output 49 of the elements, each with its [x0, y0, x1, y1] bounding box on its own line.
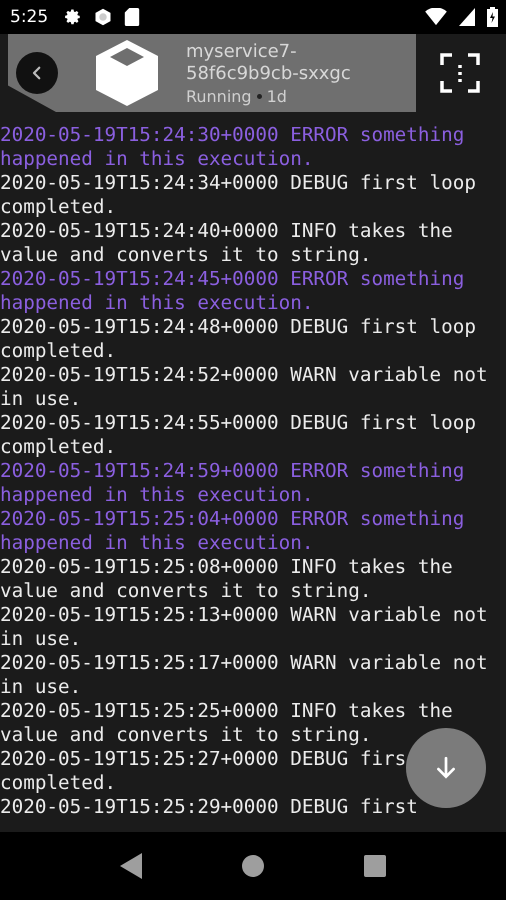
log-line: 2020-05-19T15:24:30+0000 ERROR something [0, 123, 464, 147]
circle-icon [242, 855, 264, 877]
log-line: completed. [0, 339, 116, 363]
log-line: happened in this execution. [0, 483, 314, 507]
log-line: 2020-05-19T15:25:17+0000 WARN variable not [0, 651, 488, 675]
triangle-icon [120, 853, 142, 879]
log-line: 2020-05-19T15:24:55+0000 DEBUG first loop [0, 411, 476, 435]
log-line: happened in this execution. [0, 147, 314, 171]
log-line: 2020-05-19T15:25:25+0000 INFO takes the [0, 699, 453, 723]
hexagon-icon [94, 8, 112, 26]
log-line: 2020-05-19T15:25:27+0000 DEBUG firs [0, 747, 406, 771]
log-line: 2020-05-19T15:24:40+0000 INFO takes the [0, 219, 453, 243]
log-line: completed. [0, 435, 116, 459]
log-line: 2020-05-19T15:25:13+0000 WARN variable not [0, 603, 488, 627]
log-line: 2020-05-19T15:25:29+0000 DEBUG first [0, 795, 418, 819]
wifi-icon [425, 8, 447, 26]
battery-icon [487, 7, 498, 27]
log-line: 2020-05-19T15:25:08+0000 INFO takes the [0, 555, 453, 579]
log-line: value and converts it to string. [0, 723, 372, 747]
gear-icon [64, 8, 82, 26]
log-line: completed. [0, 771, 116, 795]
log-line: 2020-05-19T15:24:34+0000 DEBUG first loop [0, 171, 476, 195]
pod-status: Running [186, 86, 252, 106]
log-line: 2020-05-19T15:24:48+0000 DEBUG first loop [0, 315, 476, 339]
log-line: in use. [0, 387, 82, 411]
log-line: happened in this execution. [0, 531, 314, 555]
separator-dot-icon [256, 94, 262, 98]
back-nav-button[interactable] [120, 853, 142, 879]
log-line: value and converts it to string. [0, 243, 372, 267]
sd-card-icon [124, 8, 140, 26]
pod-age: 1d [266, 86, 287, 106]
log-line: 2020-05-19T15:25:04+0000 ERROR something [0, 507, 464, 531]
fullscreen-icon [440, 53, 480, 93]
home-nav-button[interactable] [242, 855, 264, 877]
status-time: 5:25 [10, 7, 48, 27]
log-line: 2020-05-19T15:24:59+0000 ERROR something [0, 459, 464, 483]
log-line: 2020-05-19T15:24:45+0000 ERROR something [0, 267, 464, 291]
signal-icon [459, 8, 475, 26]
fullscreen-button[interactable] [440, 53, 480, 93]
log-line: 2020-05-19T15:24:52+0000 WARN variable not [0, 363, 488, 387]
log-line: in use. [0, 675, 82, 699]
log-line: value and converts it to string. [0, 579, 372, 603]
cube-icon [96, 40, 158, 106]
log-line: happened in this execution. [0, 291, 314, 315]
back-button[interactable] [16, 52, 58, 94]
log-line: completed. [0, 195, 116, 219]
pod-name: myservice7-58f6c9b9cb-sxxgc [186, 40, 352, 84]
log-line: in use. [0, 627, 82, 651]
square-icon [364, 855, 386, 877]
